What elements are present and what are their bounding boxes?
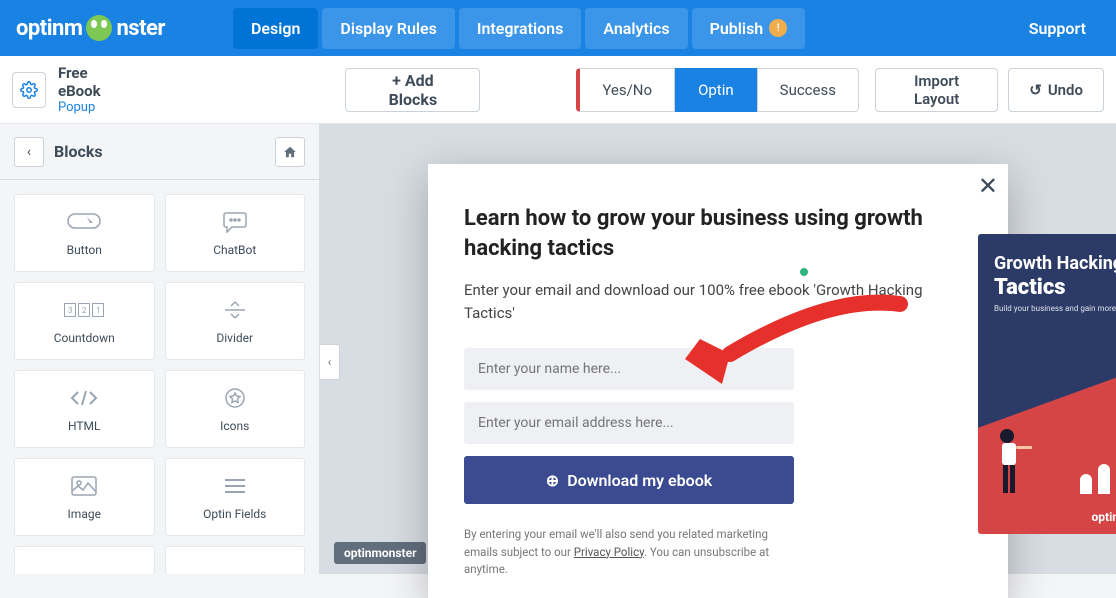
publish-badge-icon: ! xyxy=(769,19,787,37)
top-nav: optinmnster Design Display Rules Integra… xyxy=(0,0,1116,56)
block-label: Icons xyxy=(220,419,249,433)
sidebar-title: Blocks xyxy=(54,142,265,161)
block-chatbot[interactable]: ChatBot xyxy=(165,194,306,272)
chevron-left-icon: ‹ xyxy=(27,144,31,160)
block-label: Image xyxy=(68,507,101,521)
block-image[interactable]: Image xyxy=(14,458,155,536)
privacy-link[interactable]: Privacy Policy xyxy=(574,545,644,559)
step-success[interactable]: Success xyxy=(757,68,859,112)
block-label: Button xyxy=(67,243,102,257)
campaign-title: Free eBook xyxy=(58,64,129,100)
tab-integrations[interactable]: Integrations xyxy=(459,8,581,49)
home-icon xyxy=(283,145,297,159)
settings-button[interactable] xyxy=(12,72,46,108)
email-input[interactable] xyxy=(464,402,794,444)
popup-heading[interactable]: Learn how to grow your business using gr… xyxy=(464,204,972,263)
cover-title: Growth HackingTactics xyxy=(994,254,1116,300)
back-button[interactable]: ‹ xyxy=(14,137,44,167)
canvas[interactable]: ‹ optinmonster ✕ Learn how to grow your … xyxy=(320,124,1116,574)
fields-icon xyxy=(223,473,247,499)
collapse-panel-button[interactable]: ‹ xyxy=(320,344,340,380)
import-layout-button[interactable]: Import Layout xyxy=(875,68,998,112)
block-label: Countdown xyxy=(54,331,115,345)
block-label: Divider xyxy=(216,331,253,345)
blocks-grid: Button ChatBot 321 Countdown Divider HTM… xyxy=(0,180,319,574)
bar-chart-icon xyxy=(1080,428,1116,494)
html-icon xyxy=(69,385,99,411)
divider-icon xyxy=(223,297,247,323)
tab-display-rules[interactable]: Display Rules xyxy=(322,8,454,49)
add-blocks-button[interactable]: + Add Blocks xyxy=(345,68,480,112)
button-icon xyxy=(67,209,101,235)
download-button[interactable]: ⊕ Download my ebook xyxy=(464,456,794,504)
sidebar: ‹ Blocks Button ChatBot 321 Countdown xyxy=(0,124,320,574)
tab-design[interactable]: Design xyxy=(233,8,318,49)
watermark: optinmonster xyxy=(334,542,426,564)
block-divider[interactable]: Divider xyxy=(165,282,306,360)
undo-button[interactable]: ↺ Undo xyxy=(1008,68,1104,112)
monster-icon xyxy=(86,15,112,41)
block-icons[interactable]: Icons xyxy=(165,370,306,448)
block-label: HTML xyxy=(68,419,101,433)
nav-tabs: Design Display Rules Integrations Analyt… xyxy=(233,8,805,49)
brand-logo[interactable]: optinmnster xyxy=(16,15,165,41)
close-button[interactable]: ✕ xyxy=(978,172,998,200)
name-input[interactable] xyxy=(464,348,794,390)
campaign-info: Free eBook Popup xyxy=(12,64,129,115)
step-optin[interactable]: Optin xyxy=(675,68,757,112)
cover-brand: optinmonster xyxy=(1092,510,1116,524)
image-icon xyxy=(71,473,97,499)
campaign-type[interactable]: Popup xyxy=(58,100,129,115)
tab-publish[interactable]: Publish! xyxy=(692,8,806,49)
gear-icon xyxy=(20,81,38,99)
block-button[interactable]: Button xyxy=(14,194,155,272)
cover-subtitle: Build your business and gain more users xyxy=(994,304,1116,313)
step-tabs: Yes/No Optin Success xyxy=(576,68,859,112)
block-extra-1[interactable] xyxy=(14,546,155,574)
block-html[interactable]: HTML xyxy=(14,370,155,448)
support-button[interactable]: Support xyxy=(1015,9,1100,48)
chevron-left-icon: ‹ xyxy=(328,355,332,369)
undo-icon: ↺ xyxy=(1029,81,1042,99)
block-extra-2[interactable] xyxy=(165,546,306,574)
star-icon xyxy=(224,385,246,411)
indicator-dot-icon xyxy=(800,268,808,276)
download-icon: ⊕ xyxy=(546,471,559,490)
step-yes-no[interactable]: Yes/No xyxy=(576,68,675,112)
tab-analytics[interactable]: Analytics xyxy=(585,8,687,49)
block-label: ChatBot xyxy=(213,243,256,257)
popup-lead[interactable]: Enter your email and download our 100% f… xyxy=(464,279,972,324)
toolbar: Free eBook Popup + Add Blocks Yes/No Opt… xyxy=(0,56,1116,124)
block-countdown[interactable]: 321 Countdown xyxy=(14,282,155,360)
ebook-cover: Growth HackingTactics Build your busines… xyxy=(978,234,1116,534)
block-optin-fields[interactable]: Optin Fields xyxy=(165,458,306,536)
popup-preview[interactable]: ✕ Learn how to grow your business using … xyxy=(428,164,1008,598)
countdown-icon: 321 xyxy=(64,297,104,323)
disclaimer-text: By entering your email we'll also send y… xyxy=(464,526,794,578)
close-icon: ✕ xyxy=(978,172,998,200)
sidebar-header: ‹ Blocks xyxy=(0,124,319,180)
block-label: Optin Fields xyxy=(203,507,266,521)
person-icon xyxy=(992,426,1032,496)
home-button[interactable] xyxy=(275,137,305,167)
chat-icon xyxy=(222,209,248,235)
